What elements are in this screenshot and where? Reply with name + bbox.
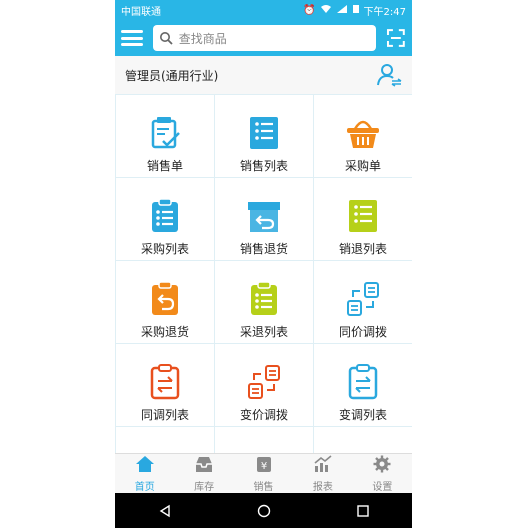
grid-item-label: 采购单 xyxy=(344,159,381,173)
sales-order-icon xyxy=(147,115,183,151)
sales-icon: ¥ xyxy=(254,455,274,478)
tab-label: 首页 xyxy=(134,482,155,493)
basket-icon xyxy=(345,115,381,151)
transfer-clipboard-icon xyxy=(147,364,183,400)
user-bar: 管理员(通用行业) xyxy=(115,56,412,94)
tab-label: 报表 xyxy=(312,482,333,493)
carrier-label: 中国联通 xyxy=(121,6,161,18)
grid-item[interactable]: 采退列表 xyxy=(215,261,313,343)
grid-item-label: 采退列表 xyxy=(239,325,288,339)
tab-label: 设置 xyxy=(372,482,393,493)
search-icon xyxy=(159,32,173,45)
grid-item-label: 销售列表 xyxy=(239,159,288,173)
grid-item-label: 采购列表 xyxy=(140,242,189,256)
grid-item-label: 销售退货 xyxy=(239,242,288,256)
return-clipboard-icon xyxy=(147,281,183,317)
grid-item-label: 销售单 xyxy=(146,159,183,173)
tab-gear[interactable]: 设置 xyxy=(353,454,412,494)
wifi-icon xyxy=(320,4,332,17)
alarm-icon: ⏰ xyxy=(303,4,316,16)
recents-icon[interactable] xyxy=(356,504,370,518)
tab-label: 销售 xyxy=(253,482,274,493)
grid-item-label: 销退列表 xyxy=(338,242,387,256)
grid-item[interactable]: 销售单 xyxy=(116,95,214,177)
grid-item[interactable]: 变价调拨 xyxy=(215,344,313,426)
user-name: 管理员(通用行业) xyxy=(125,68,219,83)
grid-item[interactable]: 采购单 xyxy=(314,95,412,177)
grid-item-label: 变调列表 xyxy=(338,408,387,422)
phone-screen: 中国联通 ⏰ 下午2:47 查找商品 管理员(通用行业) 销售单 销售列表 采购… xyxy=(115,0,412,528)
svg-text:¥: ¥ xyxy=(260,461,266,472)
back-icon[interactable] xyxy=(158,504,172,518)
tab-inbox[interactable]: 库存 xyxy=(174,454,233,494)
grid-item[interactable]: 销售列表 xyxy=(215,95,313,177)
grid-item[interactable]: 采购列表 xyxy=(116,178,214,260)
grid-item[interactable]: 同价调拨 xyxy=(314,261,412,343)
gear-icon xyxy=(372,455,392,478)
battery-icon xyxy=(352,4,360,17)
tab-chart[interactable]: 报表 xyxy=(293,454,352,494)
menu-icon[interactable] xyxy=(121,27,143,49)
grid-item[interactable]: 变调列表 xyxy=(314,344,412,426)
app-bar: 查找商品 xyxy=(115,20,412,56)
grid-item-label: 采购退货 xyxy=(140,325,189,339)
grid-item[interactable]: 采购退货 xyxy=(116,261,214,343)
chart-icon xyxy=(313,455,333,478)
clipboard-list-icon xyxy=(246,281,282,317)
return-box-icon xyxy=(246,198,282,234)
switch-user-icon[interactable] xyxy=(376,62,402,88)
inbox-icon xyxy=(194,455,214,478)
scan-icon[interactable] xyxy=(386,28,406,48)
tab-label: 库存 xyxy=(194,482,215,493)
function-grid: 销售单 销售列表 采购单采购列表 销售退货 销退列表采购退货 采退列表 同价调拨同调列表 变价… xyxy=(115,94,412,509)
search-input[interactable]: 查找商品 xyxy=(152,25,377,51)
grid-item-label: 同价调拨 xyxy=(338,325,387,339)
grid-item[interactable]: 同调列表 xyxy=(116,344,214,426)
transfer-icon xyxy=(246,364,282,400)
grid-item-label: 同调列表 xyxy=(140,408,189,422)
list-icon xyxy=(345,198,381,234)
search-placeholder: 查找商品 xyxy=(178,31,227,46)
list-icon xyxy=(246,115,282,151)
bottom-tab-bar: 首页 库存 ¥ 销售 报表 设置 xyxy=(115,453,412,494)
home-icon xyxy=(135,455,155,478)
signal-icon xyxy=(336,4,348,17)
grid-item-label: 变价调拨 xyxy=(239,408,288,422)
transfer-clipboard-icon xyxy=(345,364,381,400)
home-nav-icon[interactable] xyxy=(257,504,271,518)
tab-home[interactable]: 首页 xyxy=(115,454,174,494)
grid-item[interactable]: 销退列表 xyxy=(314,178,412,260)
status-bar: 中国联通 ⏰ 下午2:47 xyxy=(115,0,412,20)
transfer-icon xyxy=(345,281,381,317)
grid-item[interactable]: 销售退货 xyxy=(215,178,313,260)
system-nav-bar xyxy=(115,493,412,528)
clock-label: 下午2:47 xyxy=(363,6,406,18)
tab-sales[interactable]: ¥ 销售 xyxy=(234,454,293,494)
clipboard-list-icon xyxy=(147,198,183,234)
